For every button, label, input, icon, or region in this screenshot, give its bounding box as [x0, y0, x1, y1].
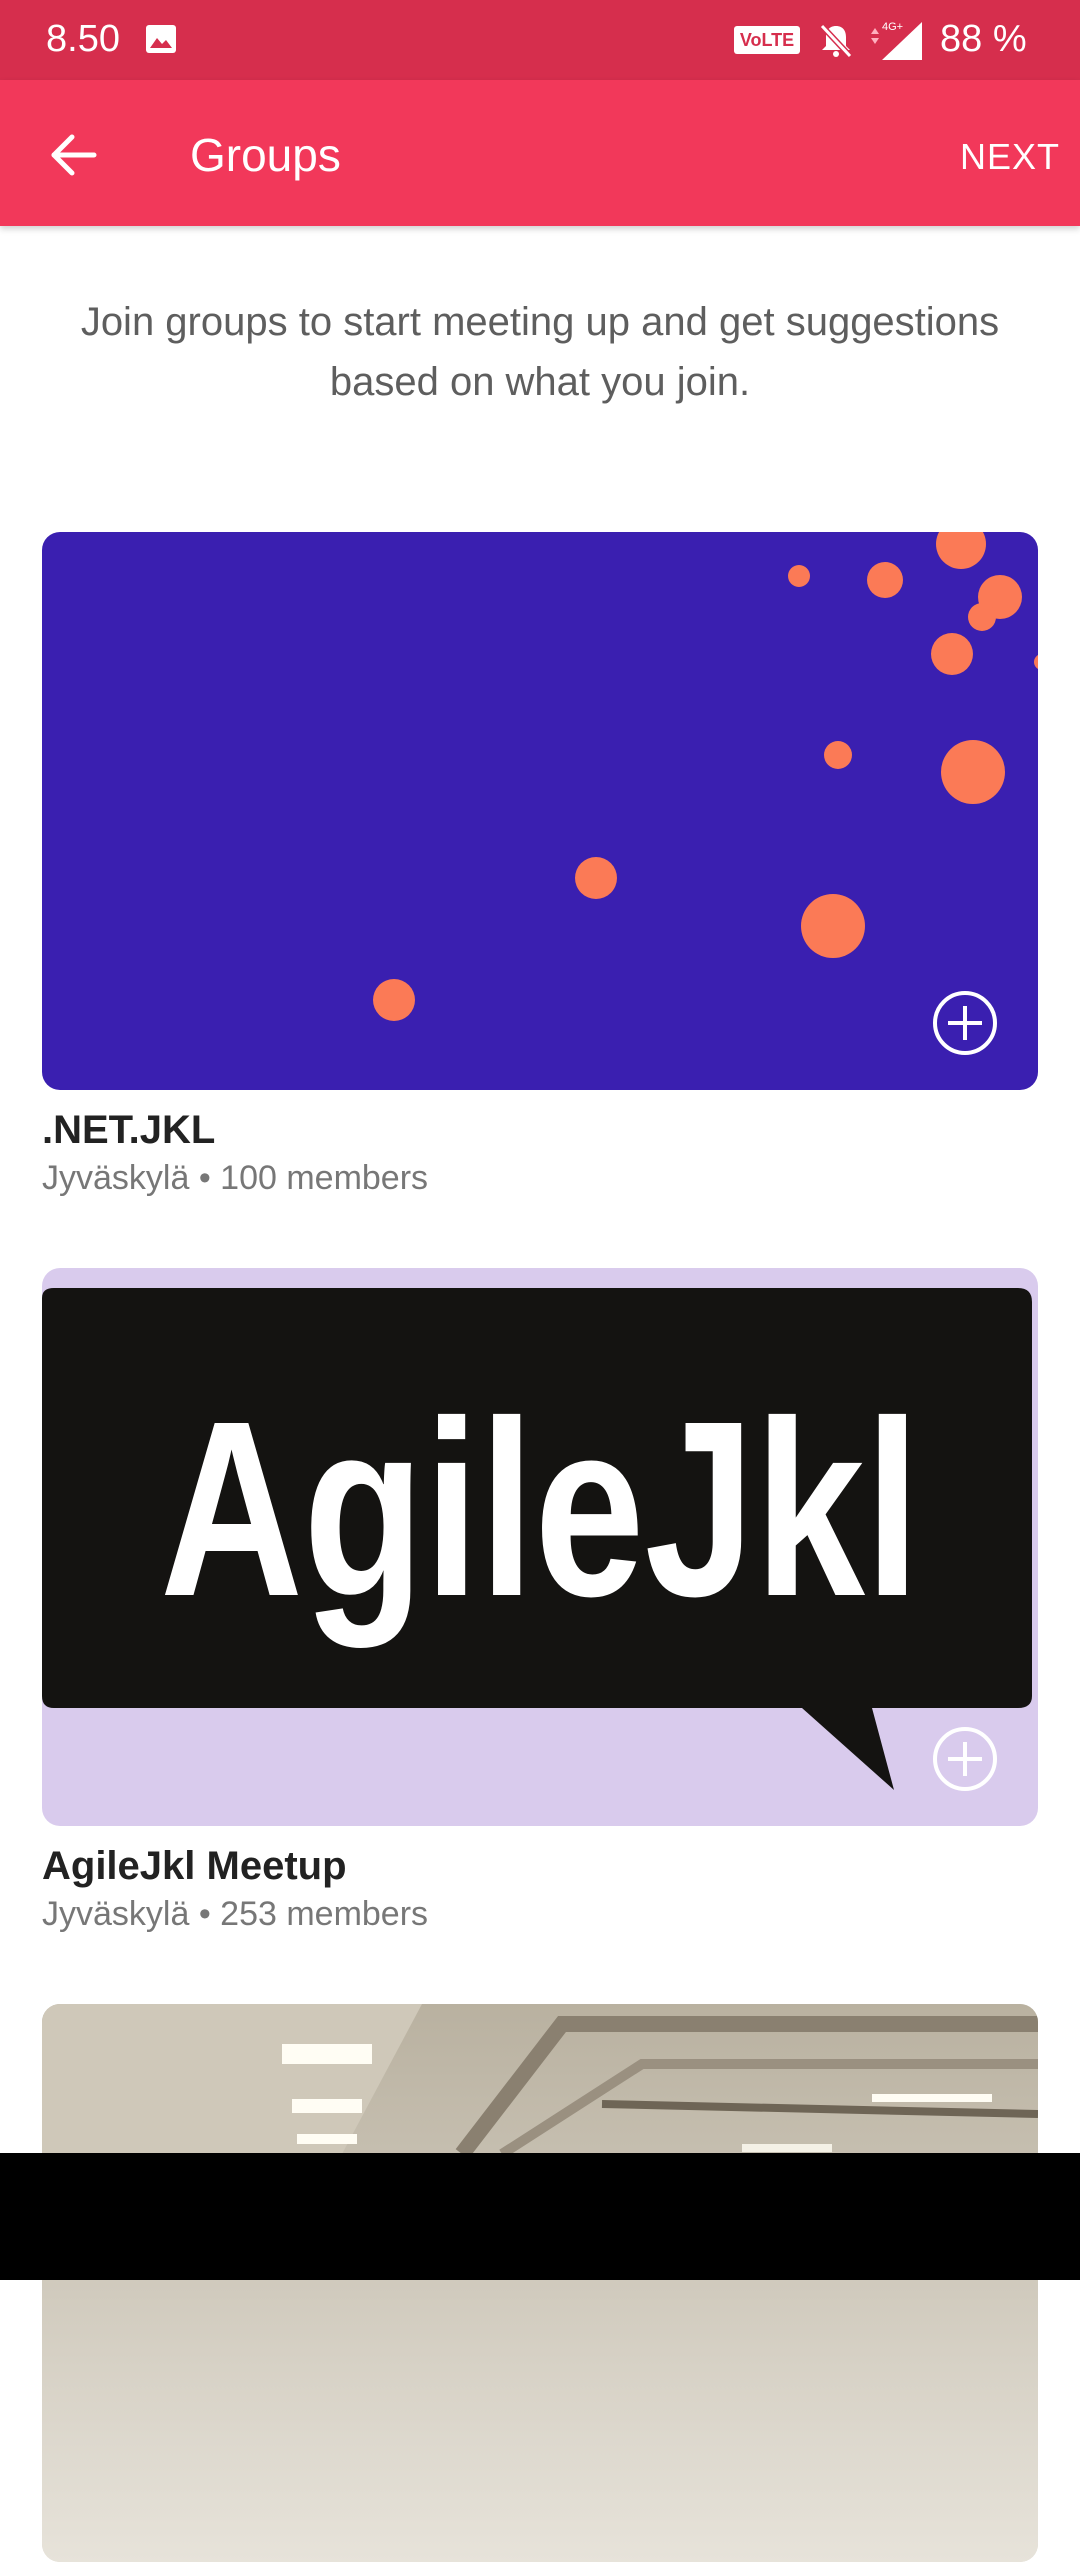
status-time: 8.50 — [46, 18, 120, 60]
office-ceiling-photo — [42, 2004, 1038, 2562]
agilejkl-logo-image: AgileJkl — [42, 1288, 1032, 1790]
group-cover-image[interactable]: AgileJkl — [42, 1268, 1038, 1826]
app-bar: Groups NEXT — [0, 80, 1080, 226]
group-card[interactable]: AgileJkl AgileJkl Meetup Jyväskylä • 253… — [42, 1268, 1038, 1934]
group-cover-image[interactable] — [42, 2004, 1038, 2562]
next-button[interactable]: NEXT — [960, 136, 1060, 178]
group-card[interactable]: .NET.JKL Jyväskylä • 100 members — [42, 532, 1038, 1198]
group-card[interactable] — [42, 2004, 1038, 2562]
logo-text: AgileJkl — [160, 1369, 920, 1648]
intro-text: Join groups to start meeting up and get … — [80, 300, 1000, 404]
battery-level: 88 % — [940, 18, 1027, 60]
dots-pattern-image — [373, 532, 1038, 1021]
bell-muted-icon — [819, 23, 853, 59]
group-meta: Jyväskylä • 253 members — [42, 1895, 429, 1933]
image-notification-icon — [146, 25, 176, 53]
page-title: Groups — [190, 129, 341, 181]
svg-text:4G+: 4G+ — [882, 21, 903, 33]
group-meta: Jyväskylä • 100 members — [42, 1159, 429, 1197]
volte-icon: VoLTE — [734, 26, 800, 54]
signal-4g-icon: 4G+ — [871, 21, 922, 60]
add-group-icon[interactable] — [930, 988, 1000, 1058]
navigation-bar — [0, 2153, 1080, 2280]
group-name[interactable]: .NET.JKL — [42, 1108, 1038, 1153]
group-cover-image[interactable] — [42, 532, 1038, 1090]
status-bar: 8.50 VoLTE 4G+ 88 % — [0, 0, 1080, 80]
back-arrow-icon[interactable] — [44, 125, 104, 185]
add-group-icon[interactable] — [930, 1724, 1000, 1794]
group-name[interactable]: AgileJkl Meetup — [42, 1844, 1038, 1889]
